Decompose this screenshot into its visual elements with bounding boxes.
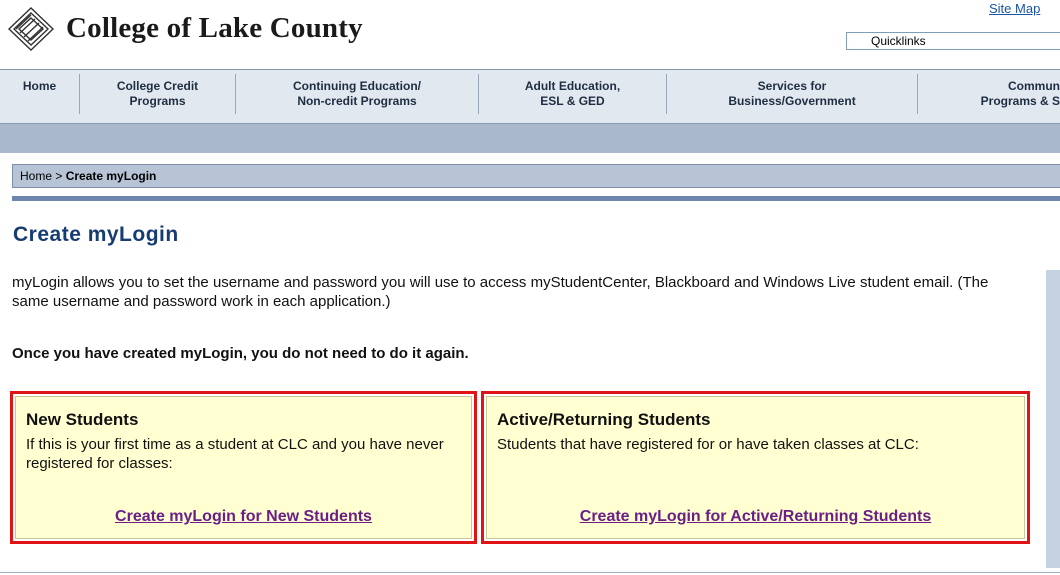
sub-nav-bar	[0, 123, 1060, 153]
nav-item-continuing-education[interactable]: Continuing Education/ Non-credit Program…	[236, 79, 478, 109]
site-map-link[interactable]: Site Map	[989, 1, 1040, 16]
college-logo-icon[interactable]	[6, 5, 56, 53]
nav-item-business-services[interactable]: Services for Business/Government	[667, 79, 917, 109]
card-heading: Active/Returning Students	[497, 410, 711, 429]
breadcrumb: Home > Create myLogin	[12, 164, 1060, 188]
page-title: Create myLogin	[13, 223, 179, 246]
nav-item-home[interactable]: Home	[0, 79, 79, 94]
card-description: If this is your first time as a student …	[26, 436, 444, 472]
breadcrumb-separator: >	[52, 169, 66, 183]
nav-item-adult-education[interactable]: Adult Education, ESL & GED	[479, 79, 666, 109]
nav-item-community-programs[interactable]: Commun Programs & S	[918, 79, 1060, 109]
create-mylogin-new-students-link[interactable]: Create myLogin for New Students	[16, 508, 471, 526]
nav-item-college-credit[interactable]: College Credit Programs	[80, 79, 235, 109]
quicklinks-select[interactable]: Quicklinks	[846, 32, 1060, 50]
returning-students-card: Active/Returning Students Students that …	[481, 391, 1030, 544]
new-students-card: New Students If this is your first time …	[10, 391, 477, 544]
card-panel: Active/Returning Students Students that …	[486, 396, 1025, 539]
card-heading: New Students	[26, 410, 139, 429]
breadcrumb-divider	[12, 196, 1060, 201]
breadcrumb-home-link[interactable]: Home	[20, 169, 52, 183]
card-description: Students that have registered for or hav…	[497, 436, 919, 453]
info-note: Once you have created myLogin, you do no…	[12, 345, 469, 362]
create-mylogin-returning-students-link[interactable]: Create myLogin for Active/Returning Stud…	[487, 508, 1024, 526]
breadcrumb-current: Create myLogin	[65, 169, 157, 183]
side-panel-strip	[1046, 270, 1060, 568]
intro-text: myLogin allows you to set the username a…	[12, 274, 989, 310]
card-panel: New Students If this is your first time …	[15, 396, 472, 539]
main-nav: Home College Credit Programs Continuing …	[0, 69, 1060, 123]
site-brand[interactable]: College of Lake County	[66, 12, 363, 45]
bottom-divider	[0, 572, 1060, 573]
